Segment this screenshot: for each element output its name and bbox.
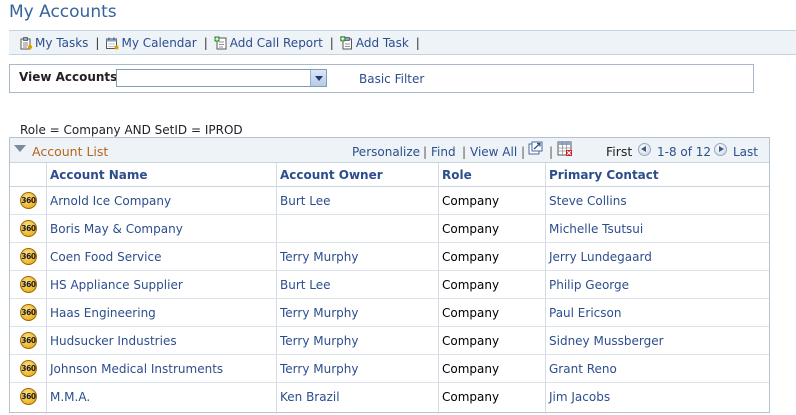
account-list-grid: Account List Personalize | Find | View A… xyxy=(9,137,770,414)
first-label: First xyxy=(606,144,633,159)
account-owner-link[interactable]: Ken Brazil xyxy=(280,390,340,404)
account-360-icon[interactable]: 360 xyxy=(20,192,37,209)
account-name-link[interactable]: Coen Food Service xyxy=(50,250,161,264)
add-task-link[interactable]: Add Task xyxy=(340,36,409,50)
add-call-report-link[interactable]: Add Call Report xyxy=(214,36,323,50)
account-name-link[interactable]: Arnold Ice Company xyxy=(50,194,171,208)
my-tasks-label: My Tasks xyxy=(35,35,89,50)
account-owner-link[interactable]: Terry Murphy xyxy=(280,250,358,264)
primary-contact-link[interactable]: Jim Jacobs xyxy=(549,390,610,404)
account-owner-link[interactable]: Burt Lee xyxy=(280,194,331,208)
my-calendar-link[interactable]: My Calendar xyxy=(105,35,197,50)
find-link[interactable]: Find xyxy=(431,145,456,159)
table-row: 360 Hudsucker Industries Terry Murphy Co… xyxy=(10,327,769,355)
account-role: Company xyxy=(442,250,500,264)
primary-contact-link[interactable]: Jerry Lundegaard xyxy=(549,250,652,264)
account-360-icon[interactable]: 360 xyxy=(20,220,37,237)
filter-criteria: Role = Company AND SetID = IPROD xyxy=(20,123,243,137)
account-name-link[interactable]: Haas Engineering xyxy=(50,306,156,320)
toolbar-separator: | xyxy=(415,35,420,50)
my-calendar-label: My Calendar xyxy=(121,35,197,50)
view-accounts-select[interactable] xyxy=(116,69,327,87)
primary-contact-link[interactable]: Grant Reno xyxy=(549,362,617,376)
account-name-link[interactable]: HS Appliance Supplier xyxy=(50,278,183,292)
table-row: 360 Arnold Ice Company Burt Lee Company … xyxy=(10,187,769,215)
toolbar: My Tasks | My Calendar | Add Call Report… xyxy=(9,30,796,55)
table-row: 360 Haas Engineering Terry Murphy Compan… xyxy=(10,299,769,327)
account-360-icon[interactable]: 360 xyxy=(20,276,37,293)
account-owner-link[interactable]: Burt Lee xyxy=(280,278,331,292)
column-header-role[interactable]: Role xyxy=(442,168,472,182)
new-window-icon[interactable] xyxy=(528,141,543,156)
account-role: Company xyxy=(442,306,500,320)
primary-contact-link[interactable]: Philip George xyxy=(549,278,629,292)
nav-separator: | xyxy=(423,145,428,159)
account-role: Company xyxy=(442,194,500,208)
next-page-icon[interactable] xyxy=(714,143,727,156)
view-accounts-filter: View Accounts Basic Filter xyxy=(9,64,754,93)
view-accounts-label: View Accounts xyxy=(19,70,118,84)
download-spreadsheet-icon[interactable] xyxy=(557,141,573,157)
row-range: 1-8 of 12 xyxy=(657,145,712,159)
table-row: 360 Johnson Medical Instruments Terry Mu… xyxy=(10,355,769,383)
page-title: My Accounts xyxy=(9,2,117,22)
toolbar-separator: | xyxy=(203,35,208,50)
primary-contact-link[interactable]: Michelle Tsutsui xyxy=(549,222,643,236)
tasks-icon xyxy=(20,36,33,49)
last-link[interactable]: Last xyxy=(733,145,758,159)
column-header-row: Account Name Account Owner Role Primary … xyxy=(10,163,769,187)
view-all-link[interactable]: View All xyxy=(470,145,517,159)
toolbar-separator: | xyxy=(95,35,100,50)
table-row: 360 Coen Food Service Terry Murphy Compa… xyxy=(10,243,769,271)
nav-separator: | xyxy=(549,145,554,159)
nav-separator: | xyxy=(462,145,467,159)
column-header-account-owner[interactable]: Account Owner xyxy=(280,168,383,182)
toolbar-separator: | xyxy=(329,35,334,50)
table-row: 360 M.M.A. Ken Brazil Company Jim Jacobs xyxy=(10,383,769,411)
account-360-icon[interactable]: 360 xyxy=(20,248,37,265)
calendar-icon xyxy=(106,37,119,49)
column-header-primary-contact[interactable]: Primary Contact xyxy=(549,168,659,182)
account-360-icon[interactable]: 360 xyxy=(20,388,37,405)
account-role: Company xyxy=(442,390,500,404)
account-360-icon[interactable]: 360 xyxy=(20,332,37,349)
my-tasks-link[interactable]: My Tasks xyxy=(19,36,88,50)
account-role: Company xyxy=(442,362,500,376)
account-name-link[interactable]: Boris May & Company xyxy=(50,222,183,236)
account-role: Company xyxy=(442,222,500,236)
grid-header-bar: Account List Personalize | Find | View A… xyxy=(10,138,769,163)
account-owner-link[interactable]: Terry Murphy xyxy=(280,362,358,376)
add-call-report-icon xyxy=(214,36,227,49)
account-role: Company xyxy=(442,278,500,292)
account-360-icon[interactable]: 360 xyxy=(20,360,37,377)
basic-filter-link[interactable]: Basic Filter xyxy=(359,72,424,86)
account-name-link[interactable]: Hudsucker Industries xyxy=(50,334,177,348)
primary-contact-link[interactable]: Sidney Mussberger xyxy=(549,334,664,348)
column-header-account-name[interactable]: Account Name xyxy=(50,168,148,182)
previous-page-icon[interactable] xyxy=(638,143,651,156)
add-task-icon xyxy=(340,35,352,49)
table-row: 360 HS Appliance Supplier Burt Lee Compa… xyxy=(10,271,769,299)
personalize-link[interactable]: Personalize xyxy=(352,145,420,159)
add-call-report-label: Add Call Report xyxy=(229,35,323,50)
grid-title: Account List xyxy=(32,144,109,159)
table-row: 360 Boris May & Company Company Michelle… xyxy=(10,215,769,243)
add-task-label: Add Task xyxy=(355,35,409,50)
account-owner-link[interactable]: Terry Murphy xyxy=(280,334,358,348)
primary-contact-link[interactable]: Paul Ericson xyxy=(549,306,621,320)
dropdown-arrow-icon[interactable] xyxy=(310,70,326,86)
account-owner-link[interactable]: Terry Murphy xyxy=(280,306,358,320)
account-name-link[interactable]: M.M.A. xyxy=(50,390,90,404)
account-name-link[interactable]: Johnson Medical Instruments xyxy=(50,362,223,376)
nav-separator: | xyxy=(521,145,526,159)
account-360-icon[interactable]: 360 xyxy=(20,304,37,321)
collapse-icon[interactable] xyxy=(14,145,26,152)
primary-contact-link[interactable]: Steve Collins xyxy=(549,194,627,208)
account-role: Company xyxy=(442,334,500,348)
